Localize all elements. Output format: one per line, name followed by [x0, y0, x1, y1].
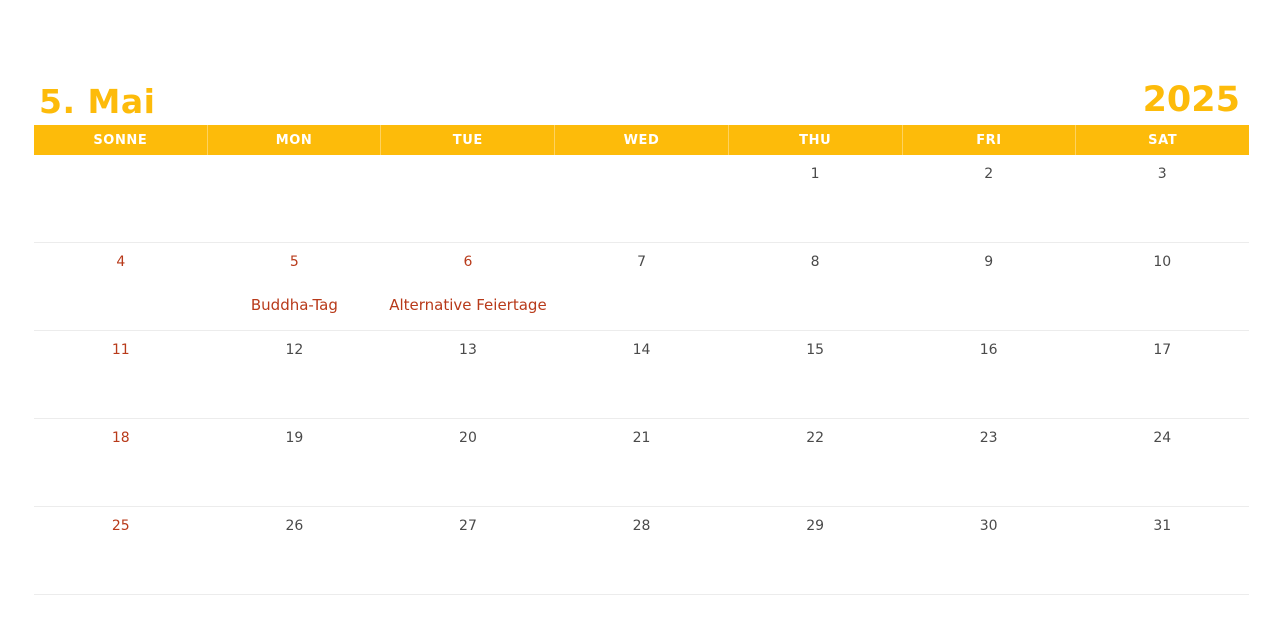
- calendar-day-cell[interactable]: [34, 155, 208, 242]
- day-number: 14: [632, 342, 651, 358]
- calendar-day-cell[interactable]: 2: [902, 155, 1076, 242]
- day-number: 7: [637, 254, 646, 270]
- day-number: 23: [979, 430, 998, 446]
- day-number: 22: [806, 430, 825, 446]
- day-number: 21: [632, 430, 651, 446]
- calendar-week-row: 18 19 20 21 22 23 24: [34, 419, 1249, 507]
- day-number: 18: [111, 430, 130, 446]
- day-number: 29: [806, 518, 825, 534]
- calendar-day-cell[interactable]: 9: [902, 243, 1076, 330]
- calendar-day-cell[interactable]: 18: [34, 419, 208, 506]
- weekday-friday: FRI: [903, 125, 1077, 155]
- day-number: 11: [111, 342, 130, 358]
- calendar-day-cell[interactable]: 28: [555, 507, 729, 594]
- calendar-day-cell[interactable]: 26: [208, 507, 382, 594]
- calendar-day-cell[interactable]: 24: [1075, 419, 1249, 506]
- day-number: 15: [806, 342, 825, 358]
- calendar-day-cell[interactable]: 5 Buddha-Tag: [208, 243, 382, 330]
- calendar-day-cell[interactable]: 17: [1075, 331, 1249, 418]
- weekday-wednesday: WED: [555, 125, 729, 155]
- calendar-day-cell[interactable]: 29: [728, 507, 902, 594]
- calendar-day-cell[interactable]: 11: [34, 331, 208, 418]
- calendar-day-cell[interactable]: 10: [1075, 243, 1249, 330]
- calendar-day-cell[interactable]: 15: [728, 331, 902, 418]
- calendar-week-row: 11 12 13 14 15 16 17: [34, 331, 1249, 419]
- day-number: 8: [810, 254, 820, 270]
- day-number: 10: [1153, 254, 1172, 270]
- day-number: 25: [111, 518, 130, 534]
- year-title: 2025: [1142, 80, 1240, 120]
- calendar-day-cell[interactable]: 3: [1075, 155, 1249, 242]
- calendar-day-cell[interactable]: 14: [555, 331, 729, 418]
- day-number: 27: [459, 518, 477, 534]
- calendar-day-cell[interactable]: 21: [555, 419, 729, 506]
- day-number: 16: [979, 342, 998, 358]
- calendar-week-row: 1 2 3: [34, 155, 1249, 243]
- calendar-day-cell[interactable]: 16: [902, 331, 1076, 418]
- day-number: 13: [459, 342, 477, 358]
- calendar-day-cell[interactable]: 12: [208, 331, 382, 418]
- calendar-week-row: 4 5 Buddha-Tag 6 Alternative Feiertage 7 8 9 10: [34, 243, 1249, 331]
- calendar-day-cell[interactable]: 7: [555, 243, 729, 330]
- calendar-day-cell[interactable]: 31: [1075, 507, 1249, 594]
- calendar-day-cell[interactable]: 25: [34, 507, 208, 594]
- day-number: 6: [463, 254, 473, 270]
- weekday-saturday: SAT: [1148, 132, 1178, 148]
- weekday-header: SONNE MON TUE WED THU FRI SAT: [34, 125, 1249, 155]
- weekday-thursday: THU: [729, 125, 903, 155]
- day-number: 24: [1153, 430, 1172, 446]
- day-number: 12: [285, 342, 304, 358]
- weekday-sunday: SONNE: [34, 125, 208, 155]
- calendar-day-cell[interactable]: 30: [902, 507, 1076, 594]
- month-title: 5. Mai: [39, 82, 156, 121]
- day-number: 2: [984, 166, 994, 182]
- day-number: 3: [1157, 166, 1167, 182]
- calendar-day-cell[interactable]: 22: [728, 419, 902, 506]
- day-number: 17: [1153, 342, 1172, 358]
- calendar-week-row: 25 26 27 28 29 30 31: [34, 507, 1249, 595]
- weekday-tuesday: TUE: [381, 125, 556, 155]
- day-number: 5: [289, 254, 299, 270]
- day-number: 4: [116, 254, 126, 270]
- calendar-day-cell[interactable]: [555, 155, 729, 242]
- holiday-label: Buddha-Tag: [250, 296, 338, 314]
- calendar-day-cell[interactable]: 13: [381, 331, 555, 418]
- calendar-grid: 1 2 3 4 5 Buddha-Tag 6 Alternative Feiertage 7 8 9…: [34, 155, 1249, 595]
- day-number: 31: [1153, 518, 1172, 534]
- holiday-label: Alternative Feiertage: [389, 296, 547, 314]
- day-number: 28: [632, 518, 651, 534]
- day-number: 20: [459, 430, 477, 446]
- calendar-day-cell[interactable]: 20: [381, 419, 555, 506]
- day-number: 19: [285, 430, 304, 446]
- calendar-day-cell[interactable]: [208, 155, 382, 242]
- day-number: 30: [979, 518, 998, 534]
- calendar-day-cell[interactable]: 6 Alternative Feiertage: [381, 243, 555, 330]
- calendar-day-cell[interactable]: 4: [34, 243, 208, 330]
- day-number: 9: [984, 254, 994, 270]
- weekday-monday: MON: [208, 125, 382, 155]
- calendar-day-cell[interactable]: [381, 155, 555, 242]
- day-number: 26: [285, 518, 304, 534]
- calendar-day-cell[interactable]: 19: [208, 419, 382, 506]
- calendar-day-cell[interactable]: 8: [728, 243, 902, 330]
- calendar-day-cell[interactable]: 1: [728, 155, 902, 242]
- calendar-day-cell[interactable]: 27: [381, 507, 555, 594]
- day-number: 1: [810, 166, 820, 182]
- calendar-page: 5. Mai 2025 SONNE MON TUE WED THU FRI SA…: [0, 0, 1280, 627]
- calendar-day-cell[interactable]: 23: [902, 419, 1076, 506]
